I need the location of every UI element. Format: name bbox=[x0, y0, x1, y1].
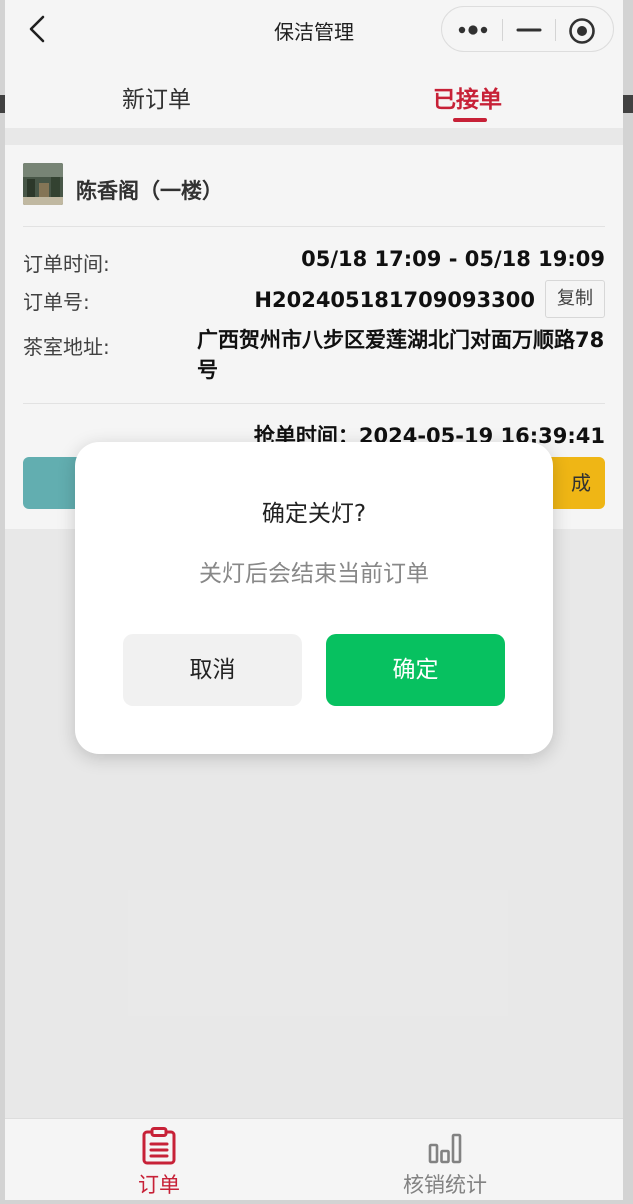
cancel-button[interactable]: 取消 bbox=[123, 634, 302, 706]
confirm-dialog: 确定关灯? 关灯后会结束当前订单 取消 确定 bbox=[75, 442, 553, 754]
confirm-button[interactable]: 确定 bbox=[326, 634, 505, 706]
dialog-message: 关灯后会结束当前订单 bbox=[199, 561, 429, 587]
modal-overlay: 确定关灯? 关灯后会结束当前订单 取消 确定 bbox=[0, 0, 633, 1204]
dialog-title: 确定关灯? bbox=[261, 501, 367, 527]
